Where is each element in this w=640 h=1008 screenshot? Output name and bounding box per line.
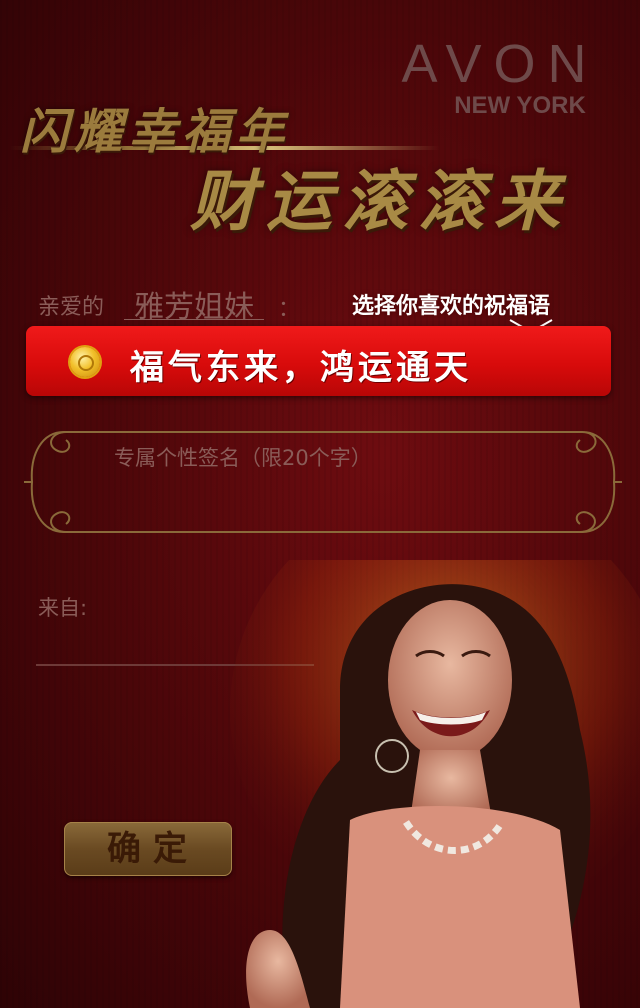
blessing-selected-text: 福气东来，鸿运通天: [130, 348, 472, 388]
headline-line-2: 财运滚滚来: [190, 162, 570, 240]
signature-input[interactable]: [114, 440, 554, 476]
from-label: 来自:: [38, 596, 88, 620]
coin-icon: [70, 347, 100, 377]
blessing-selector[interactable]: 福气东来，鸿运通天: [26, 326, 611, 396]
model-photo: [230, 560, 640, 1008]
headline: 闪耀幸福年 财运滚滚来: [0, 80, 640, 240]
signature-frame: [24, 424, 622, 540]
recipient-name-field[interactable]: 雅芳姐妹: [124, 282, 264, 325]
blessing-hint: 选择你喜欢的祝福语: [352, 294, 551, 319]
greeting-colon: ：: [278, 297, 301, 322]
confirm-button[interactable]: 确定: [64, 822, 232, 876]
greeting-label: 亲爱的: [38, 295, 105, 320]
